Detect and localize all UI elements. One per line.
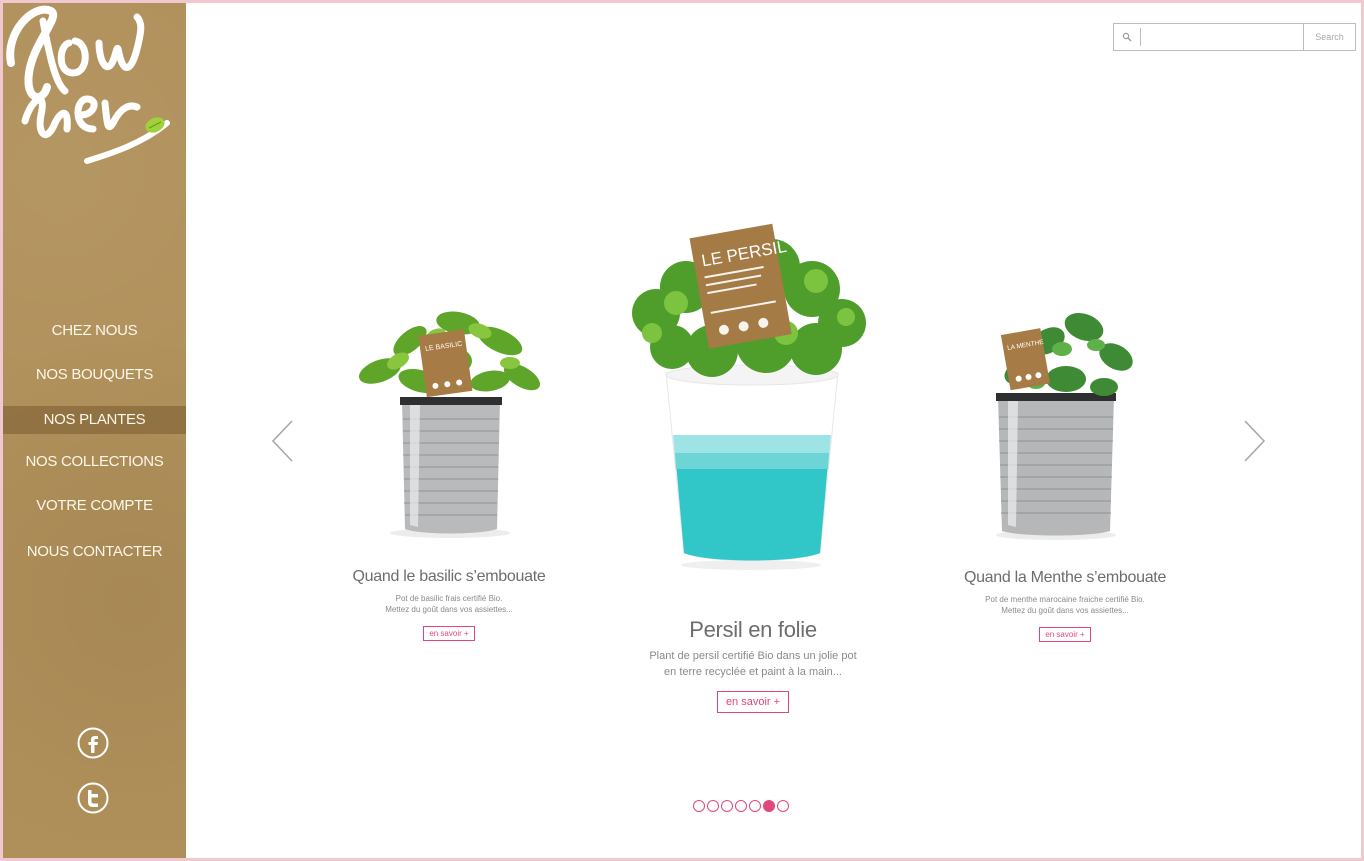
product-desc-line1: Plant de persil certifié Bio dans un jol… [649, 650, 857, 662]
product-desc-line2: Mettez du goût dans vos assiettes... [1001, 606, 1129, 615]
sidebar: CHEZ NOUS NOS BOUQUETS NOS PLANTES NOS C… [3, 3, 186, 858]
search-input[interactable] [1140, 28, 1303, 46]
carousel-pagination [693, 800, 789, 812]
en-savoir-button[interactable]: en savoir + [716, 691, 790, 713]
twitter-icon[interactable] [77, 782, 109, 814]
flowher-logo[interactable] [3, 3, 173, 173]
product-card-basilic: Quand le basilic s’embouate Pot de basil… [329, 567, 569, 641]
mint-plant-image[interactable]: LA MENTHE [986, 301, 1166, 541]
nav-item-nos-plantes[interactable]: NOS PLANTES [3, 406, 186, 434]
nav-item-chez-nous[interactable]: CHEZ NOUS [3, 317, 186, 345]
search-icon [1114, 24, 1140, 50]
search-bar: Search [1113, 23, 1356, 51]
nav-item-votre-compte[interactable]: VOTRE COMPTE [3, 492, 186, 520]
nav-item-nos-bouquets[interactable]: NOS BOUQUETS [3, 361, 186, 389]
nav-item-nos-collections[interactable]: NOS COLLECTIONS [3, 448, 186, 476]
parsley-plant-image[interactable]: LE PERSIL [616, 223, 876, 573]
search-button[interactable]: Search [1303, 24, 1355, 50]
basil-plant-image[interactable]: LE BASILIC [340, 301, 560, 541]
product-desc-line1: Pot de menthe marocaine fraiche certifié… [985, 595, 1145, 604]
product-title[interactable]: Quand la Menthe s’embouate [940, 568, 1190, 588]
carousel-dot[interactable] [763, 800, 775, 812]
carousel-dot[interactable] [735, 800, 747, 812]
carousel-dot[interactable] [749, 800, 761, 812]
en-savoir-button[interactable]: en savoir + [1039, 627, 1091, 642]
product-desc-line2: Mettez du goût dans vos assiettes... [385, 605, 513, 614]
product-title[interactable]: Quand le basilic s’embouate [329, 567, 569, 587]
carousel-dot[interactable] [777, 800, 789, 812]
product-title[interactable]: Persil en folie [633, 616, 873, 644]
carousel-prev-arrow-icon[interactable] [270, 419, 294, 463]
facebook-icon[interactable] [77, 727, 109, 759]
main-content: Search LE BASILIC LE PERSIL LA MENTHE Qu… [186, 3, 1361, 858]
product-desc-line2: en terre recyclée et paint à la main... [664, 666, 842, 678]
product-card-menthe: Quand la Menthe s’embouate Pot de menthe… [940, 568, 1190, 642]
en-savoir-button[interactable]: en savoir + [423, 626, 475, 641]
carousel-dot[interactable] [721, 800, 733, 812]
nav-item-nous-contacter[interactable]: NOUS CONTACTER [3, 538, 186, 566]
carousel-dot[interactable] [707, 800, 719, 812]
carousel-dot[interactable] [693, 800, 705, 812]
product-card-persil: Persil en folie Plant de persil certifié… [633, 616, 873, 713]
carousel-next-arrow-icon[interactable] [1243, 419, 1267, 463]
product-desc-line1: Pot de basilic frais certifié Bio. [395, 594, 503, 603]
